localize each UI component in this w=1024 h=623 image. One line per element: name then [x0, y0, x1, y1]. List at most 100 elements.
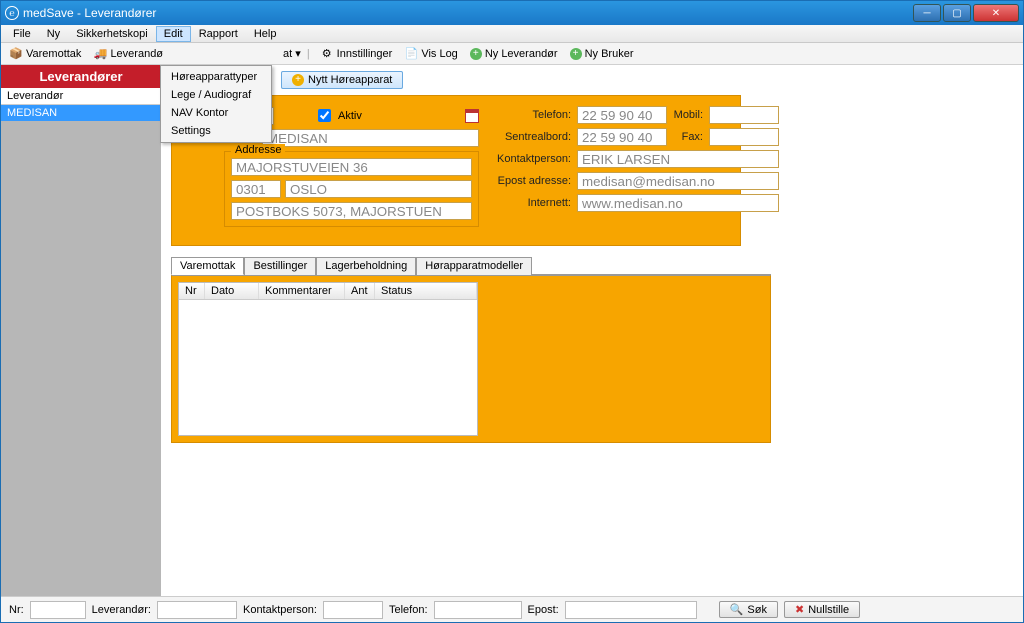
box-icon: 📦 [9, 47, 23, 61]
fax-label: Fax: [667, 131, 709, 143]
menu-item-lege-audiograf[interactable]: Lege / Audiograf [163, 86, 269, 104]
fax-field[interactable] [709, 128, 779, 146]
toolbar-vislog-label: Vis Log [421, 48, 458, 60]
col-ant[interactable]: Ant [345, 283, 375, 299]
search-leverandor-label: Leverandør: [92, 604, 151, 616]
menu-rapport[interactable]: Rapport [191, 26, 246, 42]
search-icon: 🔍 [730, 603, 744, 616]
menu-bar: File Ny Sikkerhetskopi Edit Rapport Help [1, 25, 1023, 43]
col-kommentarer[interactable]: Kommentarer [259, 283, 345, 299]
app-icon: ℮ [5, 6, 19, 20]
col-status[interactable]: Status [375, 283, 477, 299]
tab-bestillinger[interactable]: Bestillinger [244, 257, 316, 275]
tab-lagerbeholdning[interactable]: Lagerbeholdning [316, 257, 416, 275]
city-field[interactable] [285, 180, 472, 198]
search-epost-field[interactable] [565, 601, 697, 619]
toolbar-ny-leverandor-label: Ny Leverandør [485, 48, 558, 60]
toolbar-vislog[interactable]: 📄 Vis Log [400, 46, 462, 62]
log-icon: 📄 [404, 47, 418, 61]
main-area: + Nytt Høreapparat Aktiv [161, 65, 1023, 596]
sentralbord-label: Sentrealbord: [497, 131, 577, 143]
toolbar-ny-bruker[interactable]: + Ny Bruker [566, 47, 638, 61]
mobil-field[interactable] [709, 106, 779, 124]
sidebar-item-medisan[interactable]: MEDISAN [1, 105, 161, 121]
toolbar: 📦 Varemottak 🚚 Leverandø at ▾ | ⚙ Innsti… [1, 43, 1023, 65]
plus-icon: + [570, 48, 582, 60]
zip-field[interactable] [231, 180, 281, 198]
menu-item-nav-kontor[interactable]: NAV Kontor [163, 104, 269, 122]
menu-ny[interactable]: Ny [39, 26, 68, 42]
tab-body: Nr Dato Kommentarer Ant Status [171, 275, 771, 443]
mobil-label: Mobil: [667, 109, 709, 121]
grid-header: Nr Dato Kommentarer Ant Status [179, 283, 477, 300]
tabstrip: Varemottak Bestillinger Lagerbeholdning … [171, 256, 771, 275]
new-horeapparat-button[interactable]: + Nytt Høreapparat [281, 71, 403, 89]
tab-varemottak[interactable]: Varemottak [171, 257, 244, 275]
toolbar-ny-leverandor[interactable]: + Ny Leverandør [466, 47, 562, 61]
epost-field[interactable] [577, 172, 779, 190]
search-kontaktperson-field[interactable] [323, 601, 383, 619]
toolbar-innstillinger[interactable]: ⚙ Innstillinger [316, 46, 397, 62]
toolbar-separator: | [305, 48, 312, 60]
aktiv-label: Aktiv [338, 110, 362, 122]
menu-item-settings[interactable]: Settings [163, 122, 269, 140]
toolbar-fragment: at ▾ [283, 47, 301, 60]
search-telefon-field[interactable] [434, 601, 522, 619]
menu-sikkerhetskopi[interactable]: Sikkerhetskopi [68, 26, 156, 42]
toolbar-ny-bruker-label: Ny Bruker [585, 48, 634, 60]
tab-horapparatmodeller[interactable]: Hørapparatmodeller [416, 257, 532, 275]
gear-icon: ⚙ [320, 47, 334, 61]
reset-button-label: Nullstille [808, 604, 849, 616]
search-nr-label: Nr: [9, 604, 24, 616]
window-close-button[interactable]: ✕ [973, 4, 1019, 22]
search-button-label: Søk [747, 604, 767, 616]
calendar-icon[interactable] [465, 109, 479, 123]
window-minimize-button[interactable]: ─ [913, 4, 941, 22]
toolbar-leverandorer[interactable]: 🚚 Leverandø [89, 46, 167, 62]
col-nr[interactable]: Nr [179, 283, 205, 299]
kontaktperson-label: Kontaktperson: [497, 153, 577, 165]
menu-help[interactable]: Help [246, 26, 285, 42]
kontaktperson-field[interactable] [577, 150, 779, 168]
firmanavn-field[interactable] [262, 129, 479, 147]
edit-menu-dropdown: Høreapparattyper Lege / Audiograf NAV Ko… [160, 65, 272, 143]
new-horeapparat-label: Nytt Høreapparat [308, 74, 392, 86]
internett-label: Internett: [497, 197, 577, 209]
window-maximize-button[interactable]: ▢ [943, 4, 971, 22]
search-leverandor-field[interactable] [157, 601, 237, 619]
toolbar-innstillinger-label: Innstillinger [337, 48, 393, 60]
tabs-panel: Varemottak Bestillinger Lagerbeholdning … [171, 256, 771, 443]
menu-file[interactable]: File [5, 26, 39, 42]
menu-edit[interactable]: Edit [156, 26, 191, 42]
menu-item-horeapparattyper[interactable]: Høreapparattyper [163, 68, 269, 86]
telefon-label: Telefon: [497, 109, 577, 121]
search-nr-field[interactable] [30, 601, 86, 619]
truck-icon: 🚚 [93, 47, 107, 61]
search-telefon-label: Telefon: [389, 604, 428, 616]
toolbar-varemottak-label: Varemottak [26, 48, 81, 60]
chevron-down-icon: ▾ [295, 48, 301, 60]
col-dato[interactable]: Dato [205, 283, 259, 299]
epost-label: Epost adresse: [497, 175, 577, 187]
reset-button[interactable]: ✖ Nullstille [784, 601, 860, 618]
telefon-field[interactable] [577, 106, 667, 124]
search-epost-label: Epost: [528, 604, 559, 616]
search-kontaktperson-label: Kontaktperson: [243, 604, 317, 616]
addresse-group: Addresse [224, 151, 479, 227]
sidebar-column-header[interactable]: Leverandør [1, 88, 161, 105]
addresse-line2-field[interactable] [231, 202, 472, 220]
cross-icon: ✖ [795, 603, 804, 616]
toolbar-leverandorer-label: Leverandø [110, 48, 163, 60]
sentralbord-field[interactable] [577, 128, 667, 146]
plus-icon: + [470, 48, 482, 60]
addresse-line1-field[interactable] [231, 158, 472, 176]
sidebar: Leverandører Leverandør MEDISAN [1, 65, 161, 596]
window-title: medSave - Leverandører [23, 6, 913, 20]
sidebar-title: Leverandører [1, 65, 161, 88]
toolbar-varemottak[interactable]: 📦 Varemottak [5, 46, 85, 62]
addresse-label: Addresse [231, 144, 285, 156]
internett-field[interactable] [577, 194, 779, 212]
aktiv-checkbox[interactable] [318, 109, 331, 122]
varemottak-grid[interactable]: Nr Dato Kommentarer Ant Status [178, 282, 478, 436]
search-button[interactable]: 🔍 Søk [719, 601, 778, 618]
